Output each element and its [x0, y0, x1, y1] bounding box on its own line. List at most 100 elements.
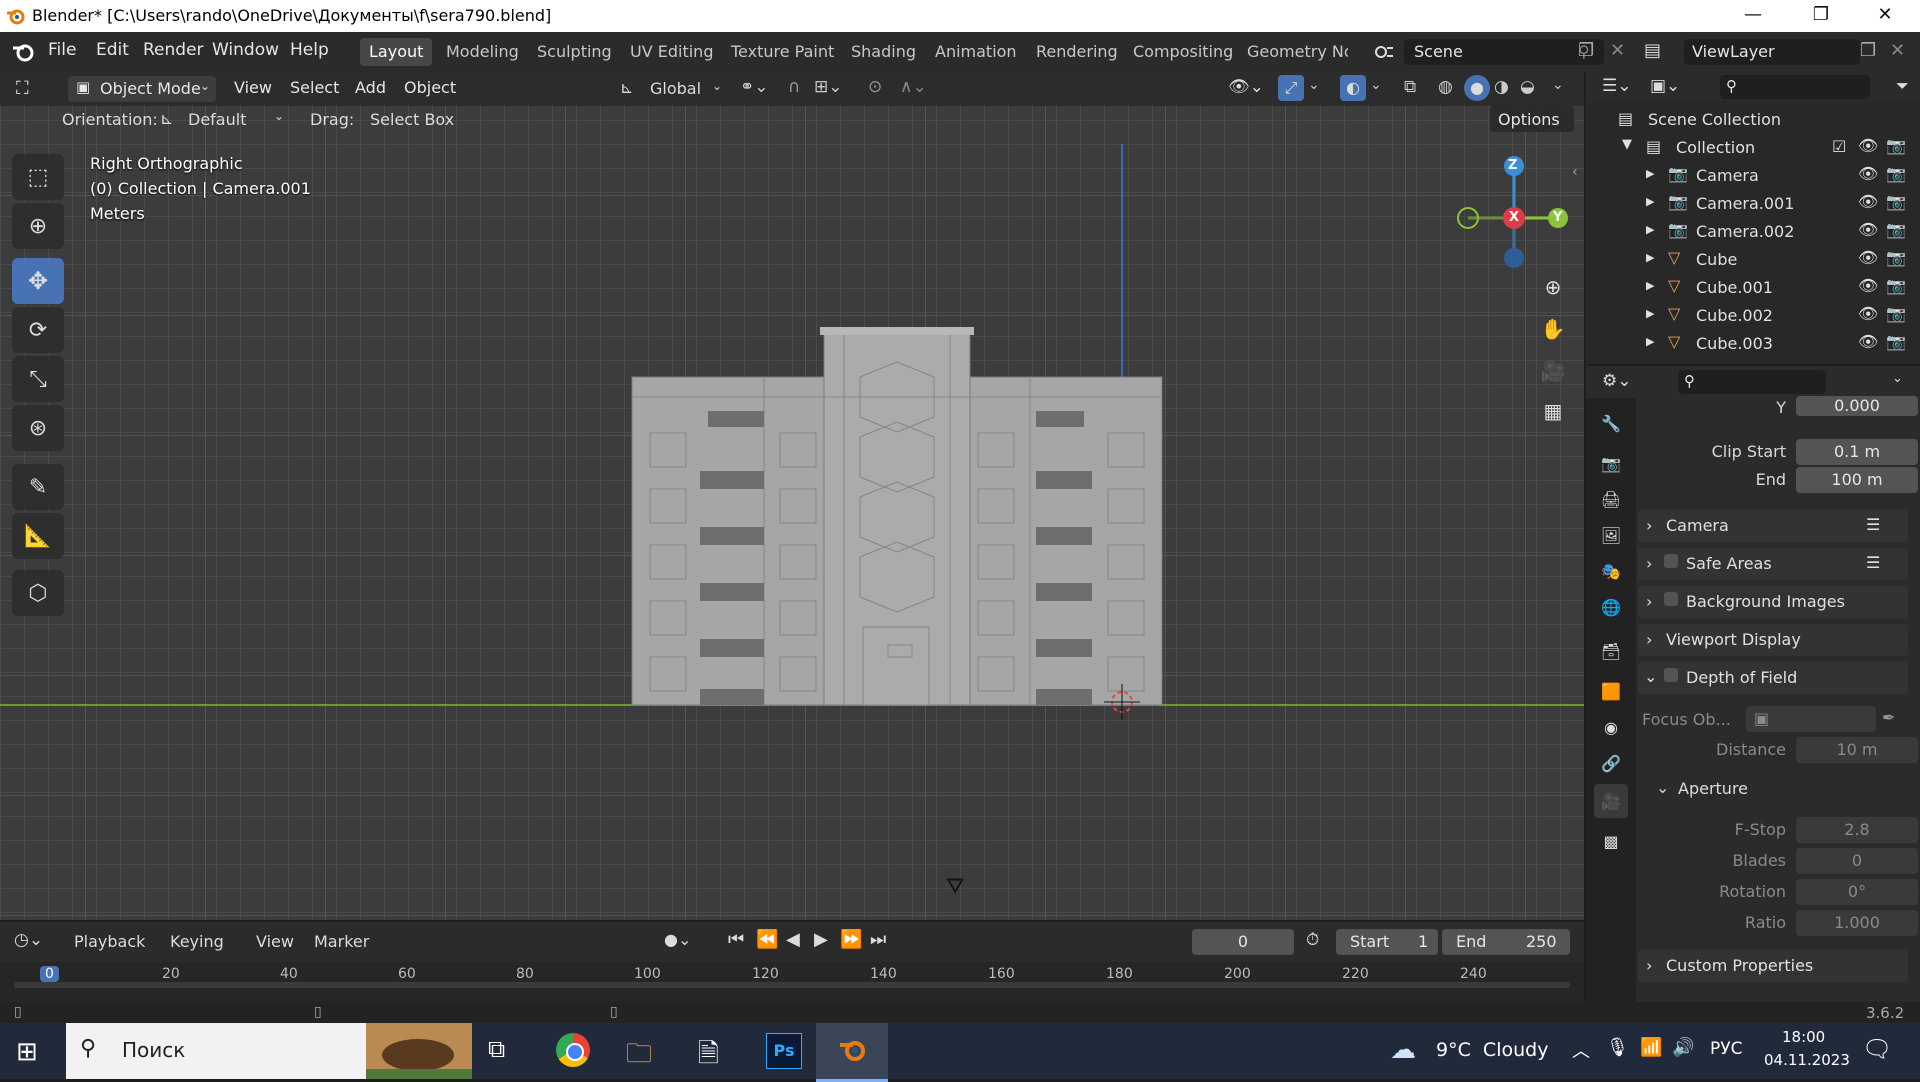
outliner-row-item[interactable]: ▶ ▽ Cube.003 👁 📷 — [1586, 330, 1920, 358]
render-camera-icon[interactable]: 📷 — [1886, 276, 1906, 295]
menu-file[interactable]: File — [48, 40, 76, 60]
annotate-tool[interactable]: ✎ — [12, 464, 64, 510]
building-model[interactable] — [630, 327, 1166, 707]
render-camera-icon[interactable]: 📷 — [1886, 164, 1906, 183]
timeline-scrollbar[interactable] — [14, 982, 1570, 988]
proportional-editing-icon[interactable]: ⊙ — [868, 77, 882, 97]
safe-areas-checkbox[interactable] — [1664, 554, 1678, 568]
panel-safe-areas[interactable]: › Safe Areas ☰ — [1638, 548, 1908, 580]
jump-start-icon[interactable]: ⏮ — [728, 929, 744, 950]
scene-field[interactable]: Scene ⚲ — [1404, 39, 1604, 65]
tray-chevron-icon[interactable]: ︿ — [1572, 1037, 1590, 1063]
tab-layout[interactable]: Layout — [360, 38, 433, 66]
move-tool[interactable]: ✥ — [12, 258, 64, 304]
delete-view-layer-icon[interactable]: ✕ — [1890, 40, 1905, 61]
select-box-tool[interactable]: ⬚ — [12, 154, 64, 200]
fstop-field[interactable]: 2.8 — [1796, 817, 1918, 843]
menu-window[interactable]: Window — [212, 40, 279, 60]
outliner-row-item[interactable]: ▶ ▽ Cube 👁 📷 — [1586, 246, 1920, 274]
material-shading-icon[interactable]: ◑ — [1494, 77, 1509, 97]
timeline-menu-playback[interactable]: Playback — [74, 932, 145, 951]
view-layer-icon[interactable]: ▤ — [1644, 40, 1680, 64]
tab-geometry-nodes[interactable]: Geometry Noc — [1238, 38, 1348, 66]
blender-menu-icon[interactable] — [12, 41, 36, 63]
file-explorer-icon[interactable]: 🗀 — [626, 1035, 652, 1079]
tool-tab-icon[interactable]: 🔧 — [1594, 406, 1628, 440]
tab-animation[interactable]: Animation — [926, 38, 1026, 66]
menu-render[interactable]: Render — [143, 40, 204, 60]
clock-time[interactable]: 18:00 — [1782, 1028, 1825, 1046]
tab-rendering[interactable]: Rendering — [1027, 38, 1127, 66]
tab-compositing[interactable]: Compositing — [1124, 38, 1242, 66]
render-tab-icon[interactable]: 📷 — [1594, 446, 1628, 480]
expand-arrow-icon[interactable]: ▶ — [1646, 335, 1654, 348]
weather-text[interactable]: 9°C Cloudy — [1436, 1039, 1548, 1061]
timeline-menu-marker[interactable]: Marker — [314, 932, 369, 951]
presets-list-icon[interactable]: ☰ — [1866, 515, 1880, 534]
tab-sculpting[interactable]: Sculpting — [528, 38, 621, 66]
eye-icon[interactable]: 👁 — [1858, 332, 1878, 351]
checkbox-icon[interactable]: ☑ — [1832, 137, 1846, 156]
world-tab-icon[interactable]: 🌐 — [1594, 590, 1628, 624]
texture-tab-icon[interactable]: ▩ — [1594, 824, 1628, 858]
viewport-menu-select[interactable]: Select — [290, 78, 339, 97]
scale-tool[interactable]: ⤡ — [12, 356, 64, 402]
camera-object-icon[interactable]: ⛛ — [946, 874, 964, 899]
menu-help[interactable]: Help — [290, 40, 329, 60]
expand-arrow-icon[interactable]: ▶ — [1646, 195, 1654, 208]
outliner-editor-icon[interactable]: ☰⌄ — [1602, 76, 1631, 96]
volume-icon[interactable]: 🔊 — [1672, 1037, 1694, 1058]
properties-editor-icon[interactable]: ⚙⌄ — [1602, 371, 1631, 391]
render-camera-icon[interactable]: 📷 — [1886, 248, 1906, 267]
close-button[interactable]: ✕ — [1856, 0, 1914, 32]
meet-now-icon[interactable]: 🎙 — [1606, 1037, 1629, 1058]
maximize-button[interactable]: ❐ — [1792, 0, 1850, 32]
timeline-editor-icon[interactable]: ◷⌄ — [14, 930, 43, 950]
collection-tab-icon[interactable]: 🗃 — [1594, 634, 1628, 668]
overlays-icon[interactable]: ◐ — [1340, 75, 1366, 101]
snap-target-icon[interactable]: ⊞⌄ — [814, 77, 843, 97]
snap-icon[interactable]: ∩ — [788, 77, 800, 97]
view-layer-field[interactable]: ViewLayer — [1684, 39, 1860, 65]
render-camera-icon[interactable]: 📷 — [1886, 136, 1906, 155]
eye-icon[interactable]: 👁 — [1858, 248, 1878, 267]
timeline-menu-keying[interactable]: Keying — [170, 932, 224, 951]
wifi-icon[interactable]: 📶 — [1640, 1037, 1662, 1058]
eye-icon[interactable]: 👁 — [1858, 276, 1878, 295]
expand-arrow-icon[interactable]: ▶ — [1646, 251, 1654, 264]
outliner-row-collection[interactable]: ▼ ▤ Collection ☑ 👁 📷 — [1586, 134, 1920, 162]
notification-icon[interactable]: 🗨 — [1862, 1035, 1892, 1063]
physics-tab-icon[interactable]: ◉ — [1594, 710, 1628, 744]
new-view-layer-icon[interactable]: ❐ — [1860, 40, 1876, 61]
minimize-button[interactable]: — — [1724, 0, 1782, 32]
photoshop-icon[interactable]: Ps — [766, 1033, 802, 1069]
viewport-menu-add[interactable]: Add — [355, 78, 386, 97]
expand-arrow-icon[interactable]: ▶ — [1646, 307, 1654, 320]
render-camera-icon[interactable]: 📷 — [1886, 220, 1906, 239]
eyedropper-icon[interactable]: ✒ — [1882, 708, 1895, 727]
dof-checkbox[interactable] — [1664, 668, 1678, 682]
orientation-dropdown[interactable]: ⊾ Default ⌄ — [156, 106, 290, 132]
shift-y-field[interactable]: 0.000 — [1796, 396, 1918, 416]
chevron-down-icon[interactable]: ⌄ — [1892, 371, 1903, 386]
distance-field[interactable]: 10 m — [1796, 737, 1918, 763]
outliner-row-item[interactable]: ▶ 📷 Camera.001 👁 📷 — [1586, 190, 1920, 218]
chrome-icon[interactable] — [556, 1033, 590, 1067]
outliner-search-input[interactable]: ⚲ — [1720, 75, 1870, 99]
rotate-tool[interactable]: ⟳ — [12, 307, 64, 353]
presets-list-icon[interactable]: ☰ — [1866, 553, 1880, 572]
eye-icon[interactable]: 👁 — [1858, 192, 1878, 211]
expand-arrow-icon[interactable]: ▼ — [1622, 137, 1632, 152]
eye-icon[interactable]: 👁 — [1858, 220, 1878, 239]
blades-field[interactable]: 0 — [1796, 848, 1918, 874]
camera-data-tab-icon[interactable]: 🎥 — [1594, 784, 1628, 818]
eye-icon[interactable]: 👁 — [1858, 304, 1878, 323]
end-frame-field[interactable]: End 250 — [1442, 929, 1570, 955]
display-mode-icon[interactable]: ▣⌄ — [1650, 76, 1680, 96]
eye-icon[interactable]: 👁 — [1858, 164, 1878, 183]
taskbar-search-box[interactable]: ⚲ Поиск — [66, 1023, 472, 1079]
chevron-down-icon[interactable]: ⌄ — [1552, 77, 1564, 93]
record-icon[interactable]: ●⌄ — [664, 930, 691, 949]
ratio-field[interactable]: 1.000 — [1796, 910, 1918, 936]
3d-viewport[interactable]: ⛶ ▣ Object Mode ⌄ View Select Add Object… — [0, 72, 1584, 920]
